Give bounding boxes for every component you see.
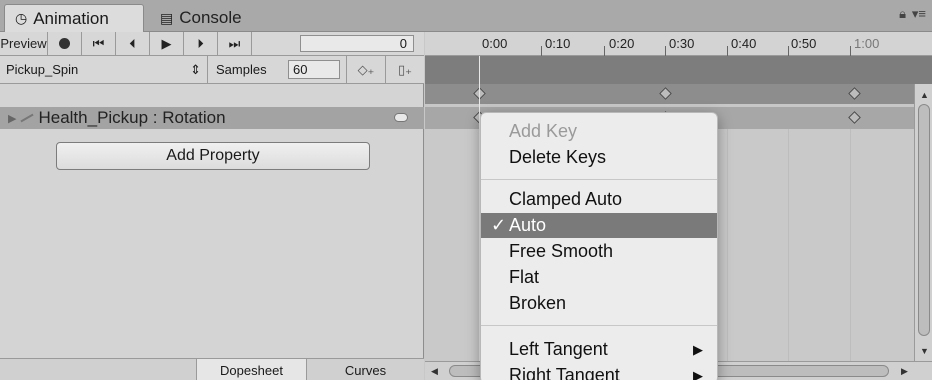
keyframe-marker[interactable] bbox=[848, 111, 861, 124]
scroll-left-icon[interactable]: ◀ bbox=[431, 366, 438, 377]
tab-dopesheet-label: Dopesheet bbox=[220, 362, 283, 378]
vertical-scroll-thumb[interactable] bbox=[918, 104, 930, 336]
menu-item-label: Clamped Auto bbox=[509, 189, 623, 209]
summary-band bbox=[425, 56, 932, 84]
menu-item-label: Flat bbox=[509, 267, 540, 287]
clip-select[interactable]: Pickup_Spin ⇕ bbox=[0, 56, 208, 83]
time-ruler[interactable]: 0:00 0:10 0:20 0:30 0:40 0:50 1:00 bbox=[425, 32, 932, 56]
menu-item-flat[interactable]: Flat bbox=[481, 265, 717, 290]
property-label: Health_Pickup : Rotation bbox=[38, 108, 226, 127]
vertical-scrollbar[interactable]: ▲ ▼ bbox=[914, 84, 932, 361]
expand-arrow-icon[interactable]: ▶ bbox=[8, 112, 16, 125]
play-icon: ▶ bbox=[161, 35, 172, 51]
menu-item-label: Auto bbox=[509, 215, 547, 235]
clock-icon: ◷ bbox=[15, 10, 28, 26]
panel-menu-icon[interactable]: ▾≡ bbox=[912, 6, 926, 22]
first-keyframe-button[interactable]: ⏮ bbox=[82, 32, 116, 55]
ruler-tick: 0:40 bbox=[731, 36, 757, 51]
record-button[interactable] bbox=[48, 32, 82, 55]
menu-item-left-tangent[interactable]: Left Tangent ▶ bbox=[481, 337, 717, 362]
transform-icon bbox=[20, 113, 35, 123]
keyframe-marker[interactable] bbox=[659, 87, 672, 100]
keyframe-context-menu: Add Key Delete Keys Clamped Auto ✓ Auto … bbox=[480, 112, 718, 380]
clip-toolbar: Pickup_Spin ⇕ Samples 60 ◇₊ ▯₊ bbox=[0, 56, 424, 84]
scroll-up-icon[interactable]: ▲ bbox=[920, 90, 929, 100]
first-keyframe-icon: ⏮ bbox=[92, 35, 105, 51]
tab-console-label: Console bbox=[179, 8, 242, 27]
menu-separator bbox=[481, 325, 717, 326]
menu-item-label: Left Tangent bbox=[509, 339, 608, 359]
menu-separator bbox=[481, 179, 717, 180]
keyframe-marker[interactable] bbox=[848, 87, 861, 100]
ruler-tick: 0:50 bbox=[791, 36, 817, 51]
menu-item-add-key[interactable]: Add Key bbox=[481, 119, 717, 144]
lock-icon[interactable]: 🔒︎ bbox=[899, 6, 906, 22]
play-button[interactable]: ▶ bbox=[150, 32, 184, 55]
scroll-down-icon[interactable]: ▼ bbox=[920, 346, 929, 356]
add-keyframe-icon: ◇₊ bbox=[357, 61, 375, 77]
window-tab-bar: ◷ Animation ▤ Console 🔒︎ ▾≡ bbox=[0, 0, 932, 32]
tab-animation-label: Animation bbox=[33, 8, 109, 28]
menu-item-right-tangent[interactable]: Right Tangent ▶ bbox=[481, 363, 717, 380]
add-event-icon: ▯₊ bbox=[397, 61, 412, 77]
property-row[interactable]: ▶ Health_Pickup : Rotation bbox=[0, 107, 424, 129]
tab-console[interactable]: ▤ Console bbox=[150, 4, 270, 32]
tab-curves-label: Curves bbox=[344, 362, 387, 378]
current-frame-field[interactable]: 0 bbox=[300, 35, 414, 52]
ruler-tick: 1:00 bbox=[854, 36, 880, 51]
ruler-tick: 0:20 bbox=[609, 36, 635, 51]
samples-label: Samples bbox=[216, 62, 267, 77]
ruler-tick: 0:00 bbox=[482, 36, 508, 51]
playback-toolbar: Preview ⏮ ⏴ ▶ ⏵ ⏭ 0 bbox=[0, 32, 424, 56]
tab-curves[interactable]: Curves bbox=[306, 359, 424, 380]
console-icon: ▤ bbox=[160, 9, 174, 26]
clip-select-value: Pickup_Spin bbox=[6, 62, 79, 77]
clip-select-arrow-icon: ⇕ bbox=[190, 61, 201, 77]
add-property-label: Add Property bbox=[166, 147, 260, 164]
last-keyframe-icon: ⏭ bbox=[228, 35, 241, 51]
next-keyframe-button[interactable]: ⏵ bbox=[184, 32, 218, 55]
next-keyframe-icon: ⏵ bbox=[197, 35, 204, 51]
add-keyframe-button[interactable]: ◇₊ bbox=[346, 56, 386, 83]
tab-dopesheet[interactable]: Dopesheet bbox=[196, 359, 306, 380]
ruler-tick: 0:30 bbox=[669, 36, 695, 51]
checkmark-icon: ✓ bbox=[491, 215, 507, 235]
menu-item-delete-keys[interactable]: Delete Keys bbox=[481, 145, 717, 170]
submenu-arrow-icon: ▶ bbox=[693, 342, 703, 357]
record-icon bbox=[59, 38, 70, 49]
summary-keyframe-row bbox=[425, 84, 914, 104]
preview-button[interactable]: Preview bbox=[0, 32, 48, 55]
menu-item-free-smooth[interactable]: Free Smooth bbox=[481, 239, 717, 264]
menu-item-label: Add Key bbox=[509, 121, 578, 141]
view-mode-tabs: Dopesheet Curves bbox=[0, 358, 424, 380]
submenu-arrow-icon: ▶ bbox=[693, 368, 703, 380]
preview-label: Preview bbox=[0, 36, 47, 51]
property-options-icon[interactable] bbox=[394, 113, 408, 122]
previous-keyframe-button[interactable]: ⏴ bbox=[116, 32, 150, 55]
samples-field[interactable]: 60 bbox=[288, 60, 340, 79]
add-event-button[interactable]: ▯₊ bbox=[386, 56, 424, 83]
menu-item-clamped-auto[interactable]: Clamped Auto bbox=[481, 187, 717, 212]
scroll-right-icon[interactable]: ▶ bbox=[901, 366, 908, 377]
menu-item-label: Broken bbox=[509, 293, 567, 313]
menu-item-label: Delete Keys bbox=[509, 147, 607, 167]
add-property-button[interactable]: Add Property bbox=[56, 142, 370, 170]
menu-item-auto[interactable]: ✓ Auto bbox=[481, 213, 717, 238]
ruler-tick: 0:10 bbox=[545, 36, 571, 51]
tab-animation[interactable]: ◷ Animation bbox=[4, 4, 144, 32]
last-keyframe-button[interactable]: ⏭ bbox=[218, 32, 252, 55]
menu-item-broken[interactable]: Broken bbox=[481, 291, 717, 316]
menu-item-label: Free Smooth bbox=[509, 241, 614, 261]
animation-left-panel: Preview ⏮ ⏴ ▶ ⏵ ⏭ 0 Pickup_Spin ⇕ Sample… bbox=[0, 32, 424, 380]
previous-keyframe-icon: ⏴ bbox=[129, 35, 136, 51]
menu-item-label: Right Tangent bbox=[509, 365, 620, 380]
